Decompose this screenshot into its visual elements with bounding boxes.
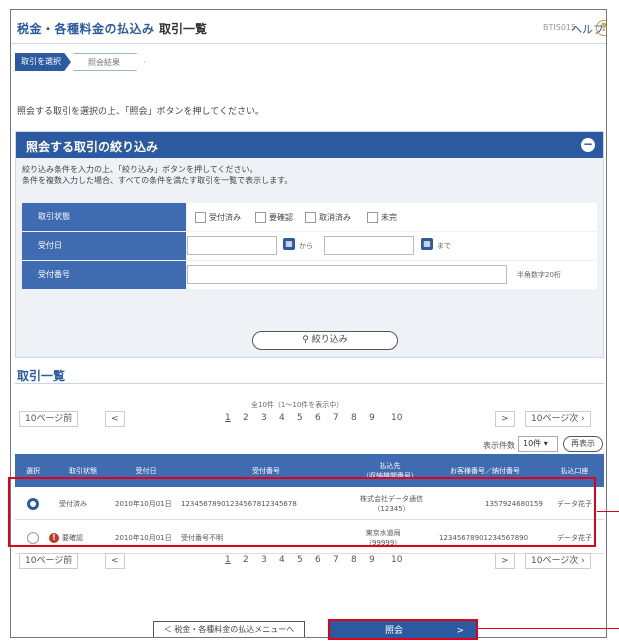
filter-row-number: 受付番号 半角数字20桁 (22, 261, 597, 289)
filter-row-status: 取引状態 受付済み 要確認 取消済み 未完 (22, 203, 597, 231)
number-label: 受付番号 (22, 261, 186, 289)
prev10-label: 10ページ前 (25, 414, 73, 424)
inquiry-button-label: 照会 (385, 626, 404, 636)
filter-row-date: 受付日 ▦ から ▦ まで (22, 232, 597, 260)
section-divider (15, 383, 604, 384)
filter-desc-line1: 絞り込み条件を入力の上、「絞り込み」ボタンを押してください。 (22, 165, 258, 174)
redisplay-button[interactable]: 再表示 (563, 436, 603, 452)
prev10-button[interactable]: 10ページ前 (19, 553, 79, 569)
status-option-label: 取消済み (319, 213, 351, 222)
inquiry-button[interactable]: 照会 > (328, 619, 478, 640)
page-header: 税金・各種料金の払込み 取引一覧 BTIS015 ヘルプ ? (11, 10, 606, 44)
next10-label: 10ページ次 (531, 556, 579, 566)
filter-panel: 照会する取引の絞り込み − 絞り込み条件を入力の上、「絞り込み」ボタンを押してく… (15, 131, 604, 358)
page-link[interactable]: 1 (225, 555, 231, 565)
next10-button[interactable]: 10ページ次 › (525, 411, 591, 427)
accept-number-input[interactable] (187, 265, 507, 284)
number-field-wrap: 半角数字20桁 (187, 261, 597, 289)
display-count-value: 10件 (523, 439, 542, 448)
service-title: 税金・各種料金の払込み (17, 22, 155, 36)
page-link[interactable]: 9 (369, 413, 375, 423)
page-link[interactable]: 5 (297, 413, 303, 423)
status-options: 受付済み 要確認 取消済み 未完 (187, 203, 597, 231)
calendar-icon[interactable]: ▦ (421, 238, 433, 250)
prev10-button[interactable]: 10ページ前 (19, 411, 79, 427)
date-to-suffix: まで (437, 242, 451, 250)
next10-label: 10ページ次 (531, 414, 579, 424)
next-button[interactable]: > (495, 411, 515, 427)
prev-button[interactable]: < (105, 553, 125, 569)
step-select: 取引を選択 (15, 53, 71, 71)
date-range: ▦ から ▦ まで (187, 232, 597, 260)
status-checkbox-accepted[interactable] (195, 212, 206, 223)
filter-desc-line2: 条件を複数入力した場合、すべての条件を満たす取引を一覧で表示します。 (22, 176, 293, 185)
page-link[interactable]: 8 (351, 555, 357, 565)
search-icon: ⚲ (302, 335, 309, 345)
prev10-label: 10ページ前 (25, 556, 73, 566)
page-link[interactable]: 10 (391, 413, 402, 423)
prev-button[interactable]: < (105, 411, 125, 427)
filter-description: 絞り込み条件を入力の上、「絞り込み」ボタンを押してください。 条件を複数入力した… (22, 164, 292, 186)
page-link[interactable]: 4 (279, 413, 285, 423)
display-count-label: 表示件数 (483, 441, 515, 450)
display-count-select[interactable]: 10件 ▾ (518, 436, 558, 452)
page-link[interactable]: 7 (333, 413, 339, 423)
page-link[interactable]: 6 (315, 555, 321, 565)
list-section-title: 取引一覧 (17, 369, 66, 383)
date-from-input[interactable] (187, 236, 277, 255)
page-link[interactable]: 2 (243, 413, 249, 423)
status-checkbox-check[interactable] (255, 212, 266, 223)
collapse-icon[interactable]: − (581, 138, 595, 152)
page-link[interactable]: 3 (261, 555, 267, 565)
page-title: 取引一覧 (159, 22, 208, 36)
annotation-line (597, 511, 619, 512)
help-icon[interactable]: ? (596, 20, 606, 36)
filter-button[interactable]: ⚲ 絞り込み (252, 331, 398, 350)
date-from-suffix: から (299, 242, 313, 250)
status-label: 取引状態 (22, 203, 186, 231)
page-link[interactable]: 5 (297, 555, 303, 565)
filter-panel-title: 照会する取引の絞り込み (26, 140, 159, 154)
annotation-line (478, 628, 619, 629)
chevron-down-icon: ▾ (543, 439, 548, 448)
step-result: 照会結果 (73, 53, 145, 71)
instruction-text: 照会する取引を選択の上、「照会」ボタンを押してください。 (17, 107, 264, 117)
next-button[interactable]: > (495, 553, 515, 569)
page-link[interactable]: 9 (369, 555, 375, 565)
page-link[interactable]: 6 (315, 413, 321, 423)
status-checkbox-cancelled[interactable] (305, 212, 316, 223)
filter-button-label: 絞り込み (311, 335, 348, 345)
status-option-label: 未完 (381, 213, 397, 222)
status-option-label: 受付済み (209, 213, 241, 222)
page-link[interactable]: 2 (243, 555, 249, 565)
date-label: 受付日 (22, 232, 186, 260)
pager-bottom: 10ページ前 < 1 2 3 4 5 6 7 8 9 10 > 10ページ次 › (15, 551, 604, 571)
page-link[interactable]: 4 (279, 555, 285, 565)
pager-top: 10ページ前 < 1 2 3 4 5 6 7 8 9 10 > 10ページ次 › (15, 409, 604, 429)
calendar-icon[interactable]: ▦ (283, 238, 295, 250)
page-link[interactable]: 7 (333, 555, 339, 565)
page-link[interactable]: 1 (225, 413, 231, 423)
filter-panel-header[interactable]: 照会する取引の絞り込み − (16, 132, 603, 158)
date-to-input[interactable] (324, 236, 414, 255)
chevron-right-icon: > (456, 626, 464, 636)
status-checkbox-incomplete[interactable] (367, 212, 378, 223)
highlight-box (8, 477, 596, 547)
back-to-menu-button[interactable]: ＜ 税金・各種料金の払込メニューへ (153, 621, 305, 637)
next10-button[interactable]: 10ページ次 › (525, 553, 591, 569)
page-link[interactable]: 10 (391, 555, 402, 565)
page-link[interactable]: 8 (351, 413, 357, 423)
page-link[interactable]: 3 (261, 413, 267, 423)
status-option-label: 要確認 (269, 213, 293, 222)
number-hint: 半角数字20桁 (517, 271, 561, 279)
